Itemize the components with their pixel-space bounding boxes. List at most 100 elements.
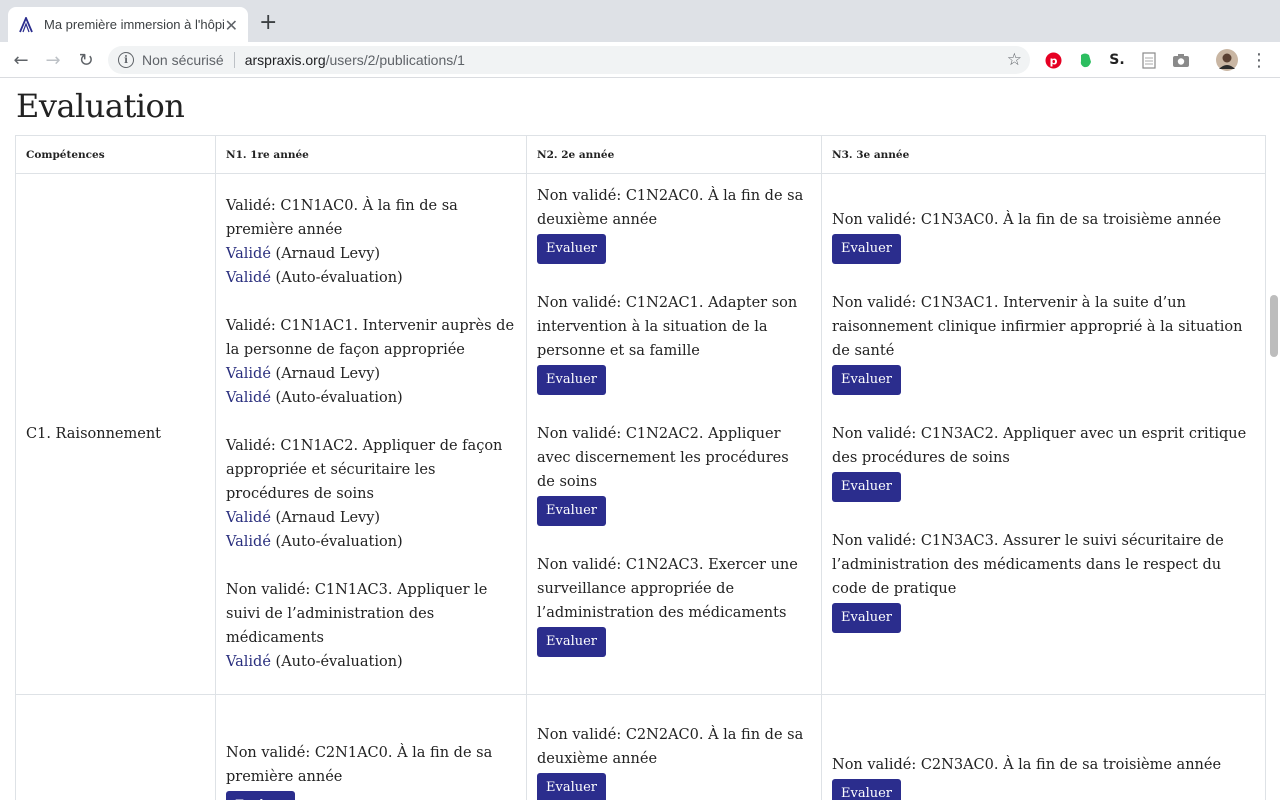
page-content: Evaluation Compétences N1. 1re année N2.… (0, 79, 1268, 800)
validator-name: (Arnaud Levy) (270, 510, 381, 526)
validator-name: (Auto-évaluation) (270, 390, 403, 406)
page-title: Evaluation (16, 87, 185, 125)
arspraxis-favicon-icon (18, 15, 34, 33)
criterion-item: Non validé: C2N1AC0. À la fin de sa prem… (226, 741, 516, 800)
criterion-item: Validé: C1N1AC1. Intervenir auprès de la… (226, 314, 516, 410)
criterion-text: Non validé: C1N2AC0. À la fin de sa deux… (537, 188, 804, 228)
criterion-item: Non validé: C1N3AC2. Appliquer avec un e… (832, 422, 1255, 502)
validation-line: Validé (Arnaud Levy) (226, 506, 516, 530)
table-row: C1. Raisonnement Validé: C1N1AC0. À la f… (15, 173, 1266, 695)
validation-line: Validé (Arnaud Levy) (226, 362, 516, 386)
table-header-row: Compétences N1. 1re année N2. 2e année N… (15, 135, 1266, 174)
criterion-item: Non validé: C1N2AC3. Exercer une surveil… (537, 553, 811, 657)
validation-link[interactable]: Validé (226, 654, 271, 670)
evaluer-button[interactable]: Evaluer (537, 627, 607, 657)
validation-link[interactable]: Validé (226, 510, 271, 526)
criterion-item: Non validé: C1N2AC2. Appliquer avec disc… (537, 422, 811, 526)
criterion-item: Non validé: C2N3AC0. À la fin de sa troi… (832, 753, 1255, 800)
validation-link[interactable]: Validé (226, 534, 271, 550)
criterion-text: Non validé: C1N3AC2. Appliquer avec un e… (832, 426, 1247, 466)
validation-line: Validé (Auto-évaluation) (226, 530, 516, 554)
pinterest-icon[interactable]: p (1044, 51, 1062, 69)
evaluer-button[interactable]: Evaluer (832, 779, 902, 800)
criterion-item: Validé: C1N1AC2. Appliquer de façon appr… (226, 434, 516, 554)
criterion-text: Non validé: C2N3AC0. À la fin de sa troi… (832, 757, 1222, 773)
reload-icon[interactable]: ↻ (75, 49, 97, 71)
criterion-text: Non validé: C1N3AC0. À la fin de sa troi… (832, 212, 1222, 228)
table-row: Non validé: C2N1AC0. À la fin de sa prem… (15, 694, 1266, 800)
evaluer-button[interactable]: Evaluer (832, 365, 902, 395)
column-header-n3: N3. 3e année (821, 135, 1266, 174)
url-host: arspraxis.org (244, 52, 326, 68)
criterion-item: Non validé: C1N3AC1. Intervenir à la sui… (832, 291, 1255, 395)
validator-name: (Auto-évaluation) (270, 654, 403, 670)
criterion-text: Validé: C1N1AC2. Appliquer de façon appr… (226, 438, 503, 502)
criterion-text: Non validé: C1N2AC3. Exercer une surveil… (537, 557, 798, 621)
n2-cell: Non validé: C1N2AC0. À la fin de sa deux… (526, 173, 822, 695)
url-path: /users/2/publications/1 (325, 52, 465, 68)
validation-link[interactable]: Validé (226, 270, 271, 286)
tab-close-icon[interactable]: ✕ (225, 16, 238, 35)
s-extension-icon[interactable]: S. (1108, 51, 1126, 69)
n2-cell: Non validé: C2N2AC0. À la fin de sa deux… (526, 694, 822, 800)
criterion-item: Validé: C1N1AC0. À la fin de sa première… (226, 194, 516, 290)
criterion-text: Non validé: C1N2AC1. Adapter son interve… (537, 295, 798, 359)
evaluer-button[interactable]: Evaluer (226, 791, 296, 800)
info-icon[interactable]: i (118, 52, 134, 68)
evaluer-button[interactable]: Evaluer (832, 472, 902, 502)
criterion-text: Non validé: C2N2AC0. À la fin de sa deux… (537, 727, 804, 767)
criterion-text: Non validé: C1N3AC1. Intervenir à la sui… (832, 295, 1243, 359)
validation-line: Validé (Auto-évaluation) (226, 266, 516, 290)
security-label: Non sécurisé (142, 52, 224, 68)
evaluer-button[interactable]: Evaluer (537, 365, 607, 395)
scrollbar-thumb[interactable] (1270, 295, 1278, 357)
criterion-text: Non validé: C1N2AC2. Appliquer avec disc… (537, 426, 789, 490)
n3-cell: Non validé: C1N3AC0. À la fin de sa troi… (821, 173, 1266, 695)
criterion-item: Non validé: C1N3AC0. À la fin de sa troi… (832, 208, 1255, 264)
tab-title: Ma première immersion à l'hôpital (44, 17, 224, 32)
evaluer-button[interactable]: Evaluer (537, 496, 607, 526)
evaluer-button[interactable]: Evaluer (537, 773, 607, 800)
forward-icon[interactable]: → (42, 49, 64, 71)
criterion-text: Non validé: C1N3AC3. Assurer le suivi sé… (832, 533, 1224, 597)
competence-name: C1. Raisonnement (15, 173, 216, 695)
document-icon[interactable] (1140, 51, 1158, 69)
n1-cell: Validé: C1N1AC0. À la fin de sa première… (215, 173, 527, 695)
page-scrollbar[interactable] (1268, 79, 1280, 800)
validation-line: Validé (Arnaud Levy) (226, 242, 516, 266)
criterion-text: Validé: C1N1AC1. Intervenir auprès de la… (226, 318, 515, 358)
evaluer-button[interactable]: Evaluer (832, 603, 902, 633)
validation-link[interactable]: Validé (226, 390, 271, 406)
validation-line: Validé (Auto-évaluation) (226, 386, 516, 410)
evaluer-button[interactable]: Evaluer (537, 234, 607, 264)
evaluer-button[interactable]: Evaluer (832, 234, 902, 264)
svg-text:p: p (1049, 54, 1057, 67)
new-tab-icon[interactable]: + (259, 12, 277, 34)
criterion-item: Non validé: C1N2AC0. À la fin de sa deux… (537, 184, 811, 264)
browser-tab[interactable]: Ma première immersion à l'hôpital ✕ (8, 7, 248, 42)
criterion-item: Non validé: C1N3AC3. Assurer le suivi sé… (832, 529, 1255, 633)
bookmark-star-icon[interactable]: ☆ (1007, 50, 1022, 70)
back-icon[interactable]: ← (10, 49, 32, 71)
camera-icon[interactable] (1172, 51, 1190, 69)
validation-link[interactable]: Validé (226, 246, 271, 262)
validator-name: (Arnaud Levy) (270, 246, 381, 262)
criterion-text: Non validé: C1N1AC3. Appliquer le suivi … (226, 582, 488, 646)
criterion-text: Non validé: C2N1AC0. À la fin de sa prem… (226, 745, 493, 785)
profile-avatar[interactable] (1216, 49, 1238, 71)
browser-menu-icon[interactable]: ⋮ (1248, 49, 1270, 71)
criterion-item: Non validé: C1N2AC1. Adapter son interve… (537, 291, 811, 395)
address-bar[interactable]: i Non sécurisé arspraxis.org/users/2/pub… (108, 46, 1030, 74)
competence-name (15, 694, 216, 800)
tab-strip: Ma première immersion à l'hôpital ✕ + (0, 0, 1280, 42)
validation-link[interactable]: Validé (226, 366, 271, 382)
validator-name: (Auto-évaluation) (270, 534, 403, 550)
validation-line: Validé (Auto-évaluation) (226, 650, 516, 674)
omnibox-divider (233, 52, 235, 68)
criterion-text: Validé: C1N1AC0. À la fin de sa première… (226, 198, 458, 238)
evernote-icon[interactable] (1076, 51, 1094, 69)
criterion-item: Non validé: C2N2AC0. À la fin de sa deux… (537, 723, 811, 800)
validator-name: (Auto-évaluation) (270, 270, 403, 286)
column-header-competences: Compétences (15, 135, 216, 174)
browser-toolbar: ← → ↻ i Non sécurisé arspraxis.org/users… (0, 42, 1280, 78)
